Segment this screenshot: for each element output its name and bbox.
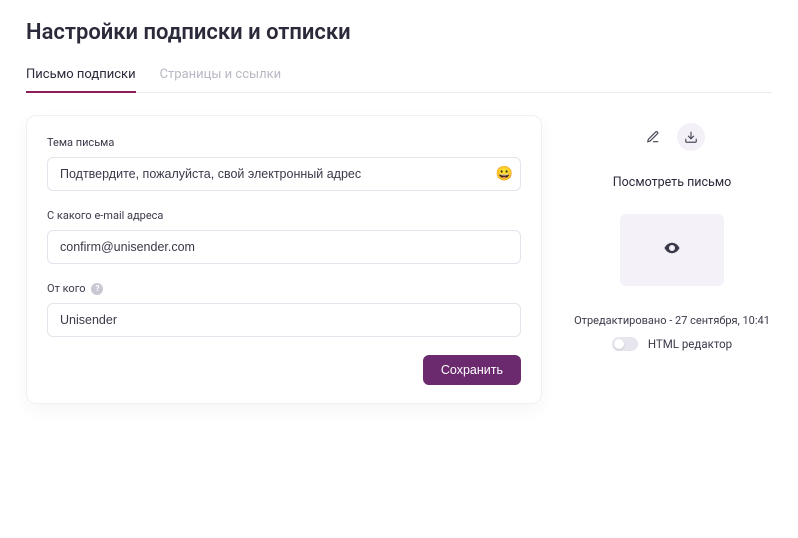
subject-input[interactable] <box>47 157 521 191</box>
download-icon[interactable] <box>677 123 705 151</box>
label-from-name-text: От кого <box>47 282 85 295</box>
field-subject: Тема письма 😀 <box>47 136 521 191</box>
label-from-name: От кого ? <box>47 282 521 295</box>
tab-subscribe-letter[interactable]: Письмо подписки <box>26 67 136 92</box>
page-title: Настройки подписки и отписки <box>26 20 772 45</box>
save-button[interactable]: Сохранить <box>423 355 521 385</box>
html-editor-label: HTML редактор <box>648 337 732 351</box>
preview-thumbnail[interactable] <box>620 214 724 286</box>
emoji-icon[interactable]: 😀 <box>496 167 513 181</box>
field-from-email: С какого e-mail адреса <box>47 209 521 264</box>
edited-timestamp: Отредактировано - 27 сентября, 10:41 <box>572 314 772 327</box>
eye-icon <box>663 239 681 261</box>
from-name-input[interactable] <box>47 303 521 337</box>
from-email-input[interactable] <box>47 230 521 264</box>
settings-card: Тема письма 😀 С какого e-mail адреса От … <box>26 115 542 404</box>
side-panel: Посмотреть письмо Отредактировано - 27 с… <box>572 115 772 351</box>
field-from-name: От кого ? <box>47 282 521 337</box>
help-icon[interactable]: ? <box>91 283 103 295</box>
edit-icon[interactable] <box>639 123 667 151</box>
html-editor-toggle[interactable] <box>612 337 638 351</box>
label-subject: Тема письма <box>47 136 521 149</box>
tab-pages-links[interactable]: Страницы и ссылки <box>160 67 282 92</box>
label-from-email: С какого e-mail адреса <box>47 209 521 222</box>
tabs: Письмо подписки Страницы и ссылки <box>26 67 772 93</box>
preview-label: Посмотреть письмо <box>572 175 772 190</box>
